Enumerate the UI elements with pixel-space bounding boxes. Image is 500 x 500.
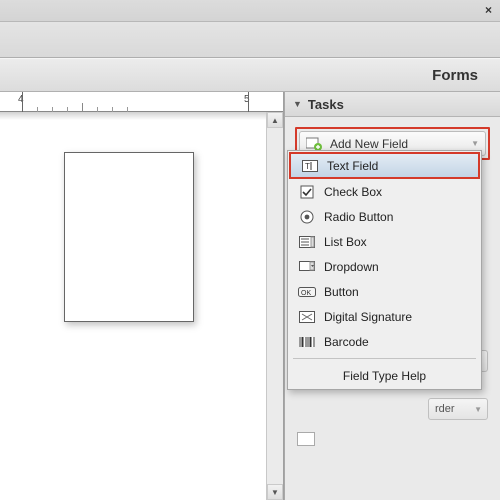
- field-type-menu: T Text Field Check Box Radio Button: [287, 150, 482, 390]
- tasks-label: Tasks: [308, 97, 344, 112]
- page-preview[interactable]: [64, 152, 194, 322]
- panel-title: Forms: [432, 67, 478, 84]
- menu-item-list-box[interactable]: List Box: [288, 229, 481, 254]
- menu-separator: [293, 358, 476, 359]
- panel-header: Forms: [0, 58, 500, 92]
- tasks-header[interactable]: ▼ Tasks: [285, 92, 500, 117]
- dropdown-icon: [298, 259, 316, 275]
- close-icon[interactable]: ×: [485, 3, 492, 17]
- text-field-icon: T: [301, 158, 319, 174]
- menu-item-radio-button[interactable]: Radio Button: [288, 204, 481, 229]
- chevron-down-icon: ▼: [471, 139, 479, 148]
- button-icon: OK: [298, 284, 316, 300]
- chevron-down-icon: ▼: [474, 405, 482, 414]
- menu-item-label: Text Field: [327, 159, 378, 173]
- svg-text:T: T: [305, 162, 310, 171]
- menu-item-label: Digital Signature: [324, 310, 412, 324]
- menu-item-button[interactable]: OK Button: [288, 279, 481, 304]
- ruler-shadow: [0, 112, 283, 120]
- menu-item-label: Radio Button: [324, 210, 393, 224]
- title-strip: ×: [0, 0, 500, 22]
- menu-item-dropdown[interactable]: Dropdown: [288, 254, 481, 279]
- add-new-field-label: Add New Field: [330, 137, 408, 151]
- scroll-up-arrow[interactable]: ▲: [267, 112, 283, 128]
- toolbar-ribbon: [0, 22, 500, 58]
- menu-item-label: Barcode: [324, 335, 369, 349]
- menu-help-label: Field Type Help: [343, 369, 426, 383]
- listbox-icon: [298, 234, 316, 250]
- menu-item-label: List Box: [324, 235, 367, 249]
- menu-item-label: Dropdown: [324, 260, 379, 274]
- signature-icon: [298, 309, 316, 325]
- background-list-item[interactable]: [297, 428, 492, 450]
- menu-item-digital-signature[interactable]: Digital Signature: [288, 304, 481, 329]
- barcode-icon: [298, 334, 316, 350]
- tab-order-button[interactable]: rder ▼: [428, 398, 488, 420]
- menu-item-barcode[interactable]: Barcode: [288, 329, 481, 354]
- svg-text:OK: OK: [301, 290, 311, 297]
- menu-item-help[interactable]: Field Type Help: [288, 363, 481, 389]
- vertical-scrollbar[interactable]: ▲ ▼: [266, 112, 283, 500]
- add-field-icon: [306, 137, 322, 151]
- document-canvas[interactable]: 4 5 ▲ ▼: [0, 92, 284, 500]
- radio-icon: [298, 209, 316, 225]
- menu-item-label: Button: [324, 285, 359, 299]
- menu-item-text-field[interactable]: T Text Field: [289, 152, 480, 179]
- collapse-caret-icon: ▼: [293, 99, 302, 109]
- menu-item-label: Check Box: [324, 185, 382, 199]
- tab-order-fragment: rder: [435, 403, 455, 415]
- menu-item-check-box[interactable]: Check Box: [288, 179, 481, 204]
- tasks-panel: ▼ Tasks Add New Field ▼ T Text Field: [284, 92, 500, 500]
- scroll-down-arrow[interactable]: ▼: [267, 484, 283, 500]
- checkbox-icon: [298, 184, 316, 200]
- field-item-icon: [297, 432, 315, 446]
- horizontal-ruler: 4 5: [0, 92, 283, 112]
